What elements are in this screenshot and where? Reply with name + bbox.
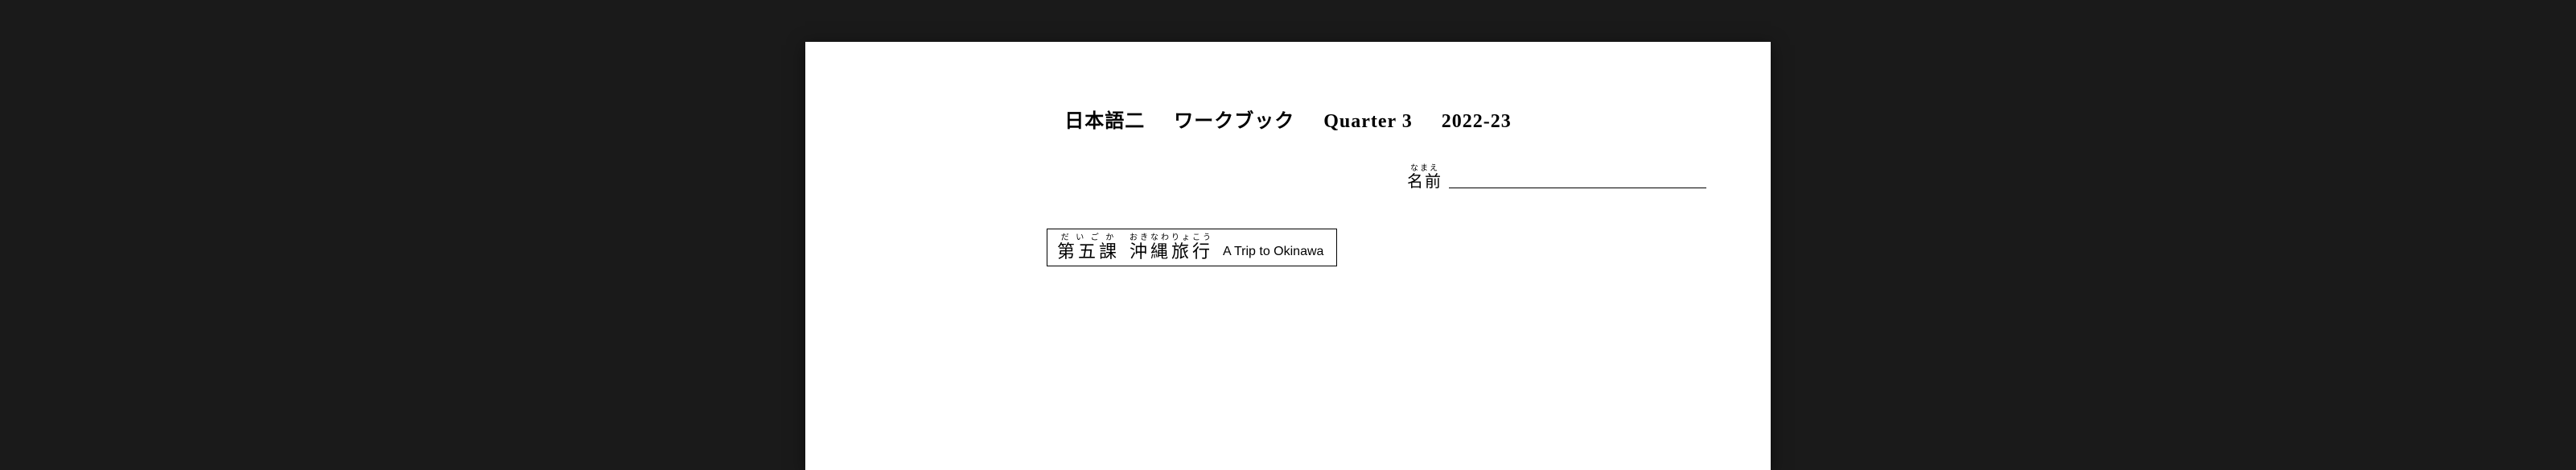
lesson-number: だ い ご か 第五課 — [1057, 234, 1120, 261]
page-title: 日本語二 ワークブック Quarter 3 2022-23 — [862, 105, 1714, 133]
course-name: 日本語二 — [1064, 111, 1145, 132]
quarter-label: Quarter 3 — [1323, 111, 1413, 132]
name-label: なまえ 名前 — [1407, 165, 1442, 190]
lesson-number-kanji: 第五課 — [1057, 243, 1120, 261]
year-label: 2022-23 — [1442, 111, 1512, 132]
lesson-title-kanji: 沖縄旅行 — [1130, 243, 1213, 261]
lesson-subtitle: A Trip to Okinawa — [1223, 245, 1323, 261]
lesson-title: おきなわりょこう 沖縄旅行 — [1130, 234, 1213, 261]
lesson-title-box: だ い ご か 第五課 おきなわりょこう 沖縄旅行 A Trip to Okin… — [1047, 229, 1337, 266]
name-furigana: なまえ — [1410, 165, 1439, 173]
name-kanji: 名前 — [1407, 174, 1442, 190]
book-type: ワークブック — [1174, 111, 1294, 132]
name-field-row: なまえ 名前 — [862, 165, 1714, 190]
document-page: 日本語二 ワークブック Quarter 3 2022-23 なまえ 名前 だ い… — [805, 42, 1771, 470]
